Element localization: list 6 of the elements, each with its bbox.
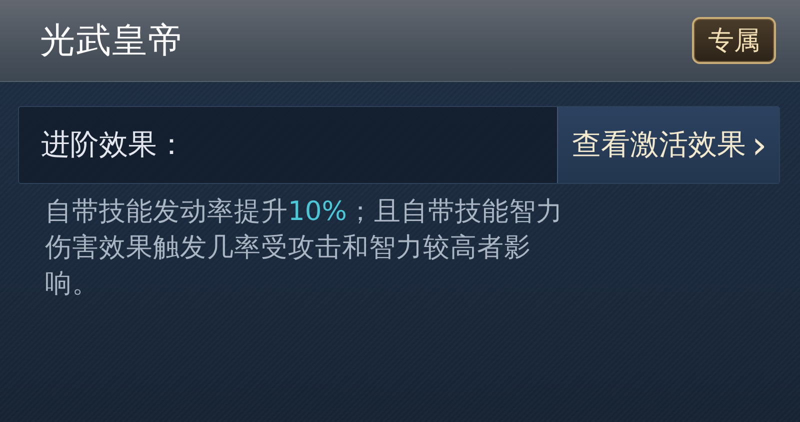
general-name: 光武皇帝 bbox=[40, 20, 184, 63]
chevron-icon: › bbox=[752, 126, 767, 164]
view-effect-button[interactable]: 查看激活效果› bbox=[556, 107, 779, 183]
effect-description: 自带技能发动率提升10%；且自带技能智力伤害效果触发几率受攻击和智力较高者影响。 bbox=[44, 195, 564, 301]
exclusive-badge: 专属 bbox=[692, 17, 776, 64]
advance-label: 进阶效果： bbox=[40, 126, 186, 163]
